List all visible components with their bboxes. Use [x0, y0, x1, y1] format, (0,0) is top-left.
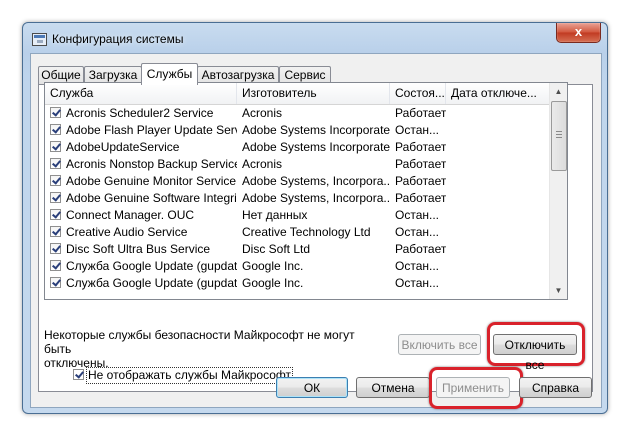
disable-date-cell	[451, 241, 550, 258]
table-row[interactable]: Adobe Genuine Software Integri... Adobe S…	[45, 190, 550, 207]
enable-all-button[interactable]: Включить все	[398, 334, 481, 355]
services-list[interactable]: Служба Изготовитель Состоя... Дата отклю…	[44, 82, 568, 300]
status-cell: Остан...	[395, 208, 439, 222]
scroll-thumb[interactable]	[551, 101, 567, 171]
status-cell: Остан...	[395, 225, 439, 239]
service-name-cell: Adobe Genuine Software Integri...	[66, 191, 237, 205]
list-scrollbar[interactable]: ▲ ▼	[549, 83, 567, 299]
column-header-status[interactable]: Состоя...	[390, 83, 446, 104]
vendor-cell: Adobe Systems Incorporated	[242, 140, 390, 154]
vendor-cell: Acronis	[242, 157, 283, 171]
disable-date-cell	[451, 139, 550, 156]
security-services-note: Некоторые службы безопасности Майкрософт…	[44, 328, 374, 370]
status-cell: Работает	[395, 191, 446, 205]
vendor-cell: Acronis	[242, 106, 283, 120]
service-checkbox[interactable]	[50, 209, 61, 220]
service-name-cell: Disc Soft Ultra Bus Service	[66, 242, 211, 256]
title-bar[interactable]: Конфигурация системы x	[23, 23, 607, 53]
table-row[interactable]: Acronis Nonstop Backup Service Acronis Раб…	[45, 156, 550, 173]
service-name-cell: Adobe Flash Player Update Service	[66, 123, 237, 137]
column-header-service[interactable]: Служба	[45, 83, 237, 104]
table-row[interactable]: AdobeUpdateService Adobe Systems Incorpor…	[45, 139, 550, 156]
column-header-disable-date[interactable]: Дата отключе...	[446, 83, 550, 104]
msconfig-app-icon	[32, 33, 47, 46]
service-name-cell: Служба Google Update (gupdate)	[66, 259, 237, 273]
service-name-cell: Acronis Scheduler2 Service	[66, 106, 214, 120]
table-row[interactable]: Adobe Flash Player Update Service Adobe S…	[45, 122, 550, 139]
scroll-up-arrow-icon[interactable]: ▲	[550, 83, 567, 100]
help-button[interactable]: Справка	[519, 377, 592, 398]
service-checkbox[interactable]	[50, 192, 61, 203]
service-name-cell: Creative Audio Service	[66, 225, 188, 239]
disable-date-cell	[451, 207, 550, 224]
status-cell: Работает	[395, 242, 446, 256]
service-checkbox[interactable]	[50, 260, 61, 271]
vendor-cell: Нет данных	[242, 208, 308, 222]
disable-date-cell	[451, 122, 550, 139]
status-cell: Работает	[395, 157, 446, 171]
service-name-cell: Служба Google Update (gupdat...	[66, 276, 237, 290]
table-row[interactable]: Disc Soft Ultra Bus Service Disc Soft Ltd…	[45, 241, 550, 258]
service-name-cell: Acronis Nonstop Backup Service	[66, 157, 237, 171]
table-row[interactable]: Adobe Genuine Monitor Service Adobe Syste…	[45, 173, 550, 190]
service-checkbox[interactable]	[50, 226, 61, 237]
hide-microsoft-services-label[interactable]: Не отображать службы Майкрософт	[86, 367, 294, 384]
table-row[interactable]: Служба Google Update (gupdat... Google In…	[45, 275, 550, 292]
service-checkbox[interactable]	[50, 141, 61, 152]
status-cell: Работает	[395, 174, 446, 188]
service-checkbox[interactable]	[50, 175, 61, 186]
service-name-cell: AdobeUpdateService	[66, 140, 180, 154]
list-header: Служба Изготовитель Состоя... Дата отклю…	[45, 83, 550, 105]
disable-date-cell	[451, 258, 550, 275]
hide-microsoft-services-checkbox[interactable]	[73, 369, 84, 380]
service-name-cell: Adobe Genuine Monitor Service	[66, 174, 237, 188]
system-config-window: Конфигурация системы x Общие Загрузка Сл…	[22, 22, 608, 414]
disable-date-cell	[451, 173, 550, 190]
vendor-cell: Google Inc.	[242, 276, 304, 290]
vendor-cell: Adobe Systems, Incorpora...	[242, 191, 390, 205]
disable-date-cell	[451, 105, 550, 122]
column-header-vendor[interactable]: Изготовитель	[237, 83, 390, 104]
table-row[interactable]: Acronis Scheduler2 Service Acronis Работае…	[45, 105, 550, 122]
note-line-1: Некоторые службы безопасности Майкрософт…	[44, 328, 355, 356]
service-checkbox[interactable]	[50, 243, 61, 254]
scroll-down-arrow-icon[interactable]: ▼	[550, 282, 567, 299]
service-checkbox[interactable]	[50, 277, 61, 288]
table-row[interactable]: Connect Manager. OUC Нет данных Остан...	[45, 207, 550, 224]
ok-button[interactable]: ОК	[276, 377, 348, 398]
status-cell: Работает	[395, 140, 446, 154]
apply-button[interactable]: Применить	[436, 377, 510, 398]
vendor-cell: Adobe Systems Incorporated	[242, 123, 390, 137]
vendor-cell: Adobe Systems, Incorpora...	[242, 174, 390, 188]
vendor-cell: Disc Soft Ltd	[242, 242, 311, 256]
status-cell: Работает	[395, 106, 446, 120]
service-name-cell: Connect Manager. OUC	[66, 208, 195, 222]
table-row[interactable]: Служба Google Update (gupdate) Google Inc…	[45, 258, 550, 275]
disable-date-cell	[451, 224, 550, 241]
close-button[interactable]: x	[556, 23, 601, 43]
disable-date-cell	[451, 190, 550, 207]
service-checkbox[interactable]	[50, 158, 61, 169]
vendor-cell: Google Inc.	[242, 259, 304, 273]
disable-date-cell	[451, 156, 550, 173]
service-checkbox[interactable]	[50, 124, 61, 135]
status-cell: Остан...	[395, 276, 439, 290]
table-row[interactable]: Creative Audio Service Creative Technolog…	[45, 224, 550, 241]
vendor-cell: Creative Technology Ltd	[242, 225, 371, 239]
tab-services[interactable]: Службы	[141, 63, 198, 85]
disable-all-button[interactable]: Отключить все	[493, 334, 577, 372]
status-cell: Остан...	[395, 259, 439, 273]
service-checkbox[interactable]	[50, 107, 61, 118]
disable-date-cell	[451, 275, 550, 292]
window-title: Конфигурация системы	[52, 32, 184, 46]
cancel-button[interactable]: Отмена	[356, 377, 430, 398]
status-cell: Остан...	[395, 123, 439, 137]
